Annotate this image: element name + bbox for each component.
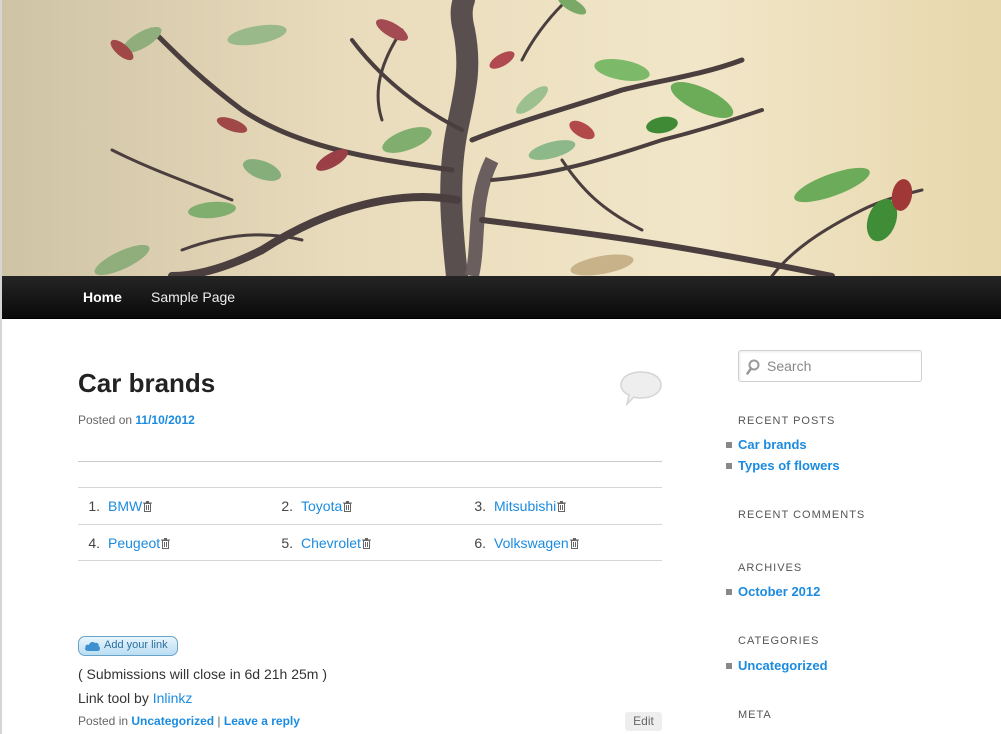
archives-list: October 2012 xyxy=(726,581,820,602)
bonsai-illustration xyxy=(2,0,1001,276)
link-number: 3. xyxy=(474,498,486,514)
trash-icon[interactable] xyxy=(361,538,371,549)
add-your-link-label: Add your link xyxy=(104,639,168,651)
link-item: 3. Mitsubishi xyxy=(464,488,567,525)
trash-icon[interactable] xyxy=(161,538,171,549)
link-item: 4. Peugeot xyxy=(78,525,171,562)
trash-icon[interactable] xyxy=(557,501,567,512)
leave-reply-link[interactable]: Leave a reply xyxy=(224,714,300,728)
nav-home[interactable]: Home xyxy=(83,276,122,319)
post-title[interactable]: Car brands xyxy=(78,368,215,399)
recent-comments-title: Recent Comments xyxy=(738,509,866,521)
trash-icon[interactable] xyxy=(569,538,579,549)
archive-link[interactable]: October 2012 xyxy=(738,584,820,599)
cloud-icon xyxy=(85,641,100,651)
archives-title: Archives xyxy=(738,562,803,574)
edit-button[interactable]: Edit xyxy=(625,712,662,731)
categories-list: Uncategorized xyxy=(726,655,828,676)
link-row: 4. Peugeot 5. Chevrolet 6. Volkswagen xyxy=(78,524,662,561)
recent-posts-title: Recent Posts xyxy=(738,415,836,427)
main-navigation: Home Sample Page xyxy=(2,276,1001,319)
post-date-link[interactable]: 11/10/2012 xyxy=(135,413,194,427)
list-item: Types of flowers xyxy=(726,455,840,476)
footer-separator: | xyxy=(217,714,221,728)
link-volkswagen[interactable]: Volkswagen xyxy=(494,535,569,551)
link-peugeot[interactable]: Peugeot xyxy=(108,535,160,551)
link-row: 1. BMW 2. Toyota 3. Mitsubishi xyxy=(78,487,662,524)
list-item: October 2012 xyxy=(726,581,820,602)
trash-icon[interactable] xyxy=(143,501,153,512)
recent-posts-list: Car brands Types of flowers xyxy=(726,434,840,476)
header-image[interactable] xyxy=(2,0,1001,276)
add-your-link-button[interactable]: Add your link xyxy=(78,636,178,656)
link-number: 2. xyxy=(281,498,293,514)
link-item: 2. Toyota xyxy=(271,488,353,525)
link-tool-credit: Link tool by Inlinkz xyxy=(78,690,192,706)
link-toyota[interactable]: Toyota xyxy=(301,498,342,514)
categories-title: Categories xyxy=(738,635,820,647)
link-bmw[interactable]: BMW xyxy=(108,498,142,514)
link-item: 1. BMW xyxy=(78,488,153,525)
meta-title: Meta xyxy=(738,709,772,721)
link-number: 6. xyxy=(474,535,486,551)
link-number: 5. xyxy=(281,535,293,551)
link-item: 6. Volkswagen xyxy=(464,525,579,562)
divider xyxy=(78,461,662,462)
recent-post-link[interactable]: Types of flowers xyxy=(738,458,840,473)
link-list: 1. BMW 2. Toyota 3. Mitsubishi 4. Peugeot 5.… xyxy=(78,487,662,561)
trash-icon[interactable] xyxy=(343,501,353,512)
comment-bubble-icon[interactable] xyxy=(619,369,663,407)
posted-on-label: Posted on xyxy=(78,413,133,427)
category-link[interactable]: Uncategorized xyxy=(131,714,214,728)
posted-in-label: Posted in xyxy=(78,714,129,728)
submissions-countdown: ( Submissions will close in 6d 21h 25m ) xyxy=(78,666,327,682)
search-input[interactable] xyxy=(767,351,917,381)
inlinkz-link[interactable]: Inlinkz xyxy=(153,690,193,706)
link-chevrolet[interactable]: Chevrolet xyxy=(301,535,361,551)
list-item: Uncategorized xyxy=(726,655,828,676)
category-sidebar-link[interactable]: Uncategorized xyxy=(738,658,828,673)
link-tool-prefix: Link tool by xyxy=(78,690,149,706)
link-item: 5. Chevrolet xyxy=(271,525,371,562)
link-mitsubishi[interactable]: Mitsubishi xyxy=(494,498,556,514)
nav-sample-page[interactable]: Sample Page xyxy=(151,276,235,319)
list-item: Car brands xyxy=(726,434,840,455)
link-number: 4. xyxy=(88,535,100,551)
recent-post-link[interactable]: Car brands xyxy=(738,437,807,452)
post-meta: Posted on 11/10/2012 xyxy=(78,413,195,427)
search-box xyxy=(738,350,922,382)
link-number: 1. xyxy=(88,498,100,514)
search-icon xyxy=(746,359,760,375)
post-footer: Posted in Uncategorized | Leave a reply xyxy=(78,714,300,728)
